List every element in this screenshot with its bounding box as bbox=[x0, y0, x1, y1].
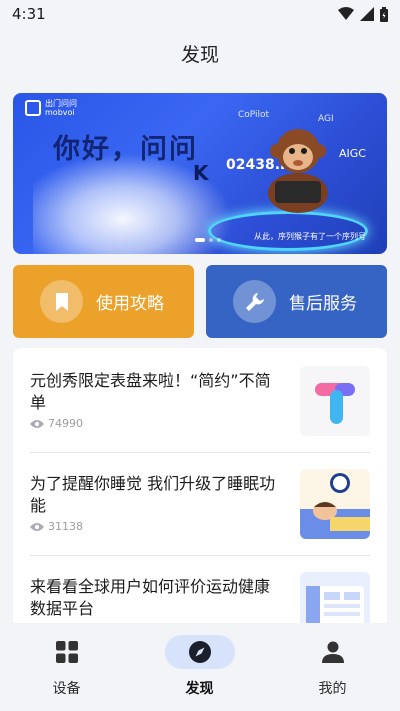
banner-logo: 出门问问 mobvoi bbox=[25, 99, 77, 117]
banner-dot-active[interactable] bbox=[195, 238, 205, 242]
after-sales-service-button[interactable]: 售后服务 bbox=[206, 265, 387, 338]
signal-icon bbox=[360, 7, 374, 21]
status-time: 4:31 bbox=[12, 5, 46, 23]
person-icon bbox=[321, 641, 344, 663]
nav-item-devices[interactable]: 设备 bbox=[0, 635, 133, 698]
wifi-icon bbox=[338, 7, 354, 20]
mobvoi-logo-icon bbox=[25, 100, 41, 116]
eye-icon bbox=[30, 419, 44, 428]
compass-icon bbox=[188, 641, 211, 663]
user-guide-button[interactable]: 使用攻略 bbox=[13, 265, 194, 338]
nav-label-devices: 设备 bbox=[52, 681, 81, 697]
promo-banner[interactable]: 出门问问 mobvoi 你好，问问 K CoPilot AGI AIGC 024… bbox=[13, 93, 387, 254]
divider bbox=[30, 555, 370, 556]
monkey-mascot-illustration bbox=[268, 129, 328, 213]
page-title: 发现 bbox=[180, 44, 219, 66]
banner-dot[interactable] bbox=[217, 238, 221, 242]
t-logo-thumbnail bbox=[300, 366, 370, 436]
nav-item-profile[interactable]: 我的 bbox=[266, 635, 399, 698]
eye-icon bbox=[30, 522, 44, 531]
user-guide-label: 使用攻略 bbox=[96, 294, 164, 314]
after-sales-service-label: 售后服务 bbox=[289, 294, 357, 314]
banner-k-letter: K bbox=[193, 161, 209, 185]
banner-dot[interactable] bbox=[209, 238, 213, 242]
sleeping-person-thumbnail bbox=[300, 469, 370, 539]
list-item[interactable]: 元创秀限定表盘来啦！“简约”不简单 74990 bbox=[30, 366, 370, 440]
status-icons bbox=[338, 6, 388, 22]
bookmark-icon bbox=[40, 280, 83, 323]
wrench-icon bbox=[233, 280, 276, 323]
article-view-count: 74990 bbox=[48, 417, 83, 430]
article-title: 为了提醒你睡觉 我们升级了睡眠功能 bbox=[30, 474, 276, 515]
dashboard-thumbnail bbox=[300, 572, 370, 623]
nav-label-discover: 发现 bbox=[185, 681, 214, 697]
article-views: 31138 bbox=[30, 520, 83, 533]
banner-pagination[interactable] bbox=[195, 238, 221, 242]
list-item[interactable]: 来看看全球用户如何评价运动健康数据平台 bbox=[30, 572, 370, 623]
article-views: 74990 bbox=[30, 417, 83, 430]
article-title: 元创秀限定表盘来啦！“简约”不简单 bbox=[30, 371, 271, 412]
divider bbox=[30, 452, 370, 453]
article-list: 元创秀限定表盘来啦！“简约”不简单 74990 为了提醒你睡觉 我们升级了睡眠功… bbox=[13, 348, 387, 623]
nav-item-discover[interactable]: 发现 bbox=[133, 635, 266, 698]
grid-icon bbox=[55, 641, 78, 663]
banner-logo-subtext: mobvoi bbox=[45, 108, 75, 117]
bottom-navigation: 设备 发现 我的 bbox=[0, 623, 400, 711]
list-item[interactable]: 为了提醒你睡觉 我们升级了睡眠功能 31138 bbox=[30, 469, 370, 543]
banner-headline: 你好，问问 bbox=[53, 134, 198, 165]
banner-tag-aigc: AIGC bbox=[339, 147, 366, 160]
banner-caption: 从此，序列猴子有了一个序列号 bbox=[254, 232, 366, 241]
banner-logo-text: 出门问问 bbox=[45, 99, 77, 108]
battery-icon bbox=[380, 6, 388, 22]
article-title: 来看看全球用户如何评价运动健康数据平台 bbox=[30, 577, 271, 618]
nav-label-profile: 我的 bbox=[318, 681, 347, 697]
article-view-count: 31138 bbox=[48, 520, 83, 533]
status-bar: 4:31 bbox=[0, 0, 400, 28]
banner-tag-copilot: CoPilot bbox=[238, 110, 270, 120]
